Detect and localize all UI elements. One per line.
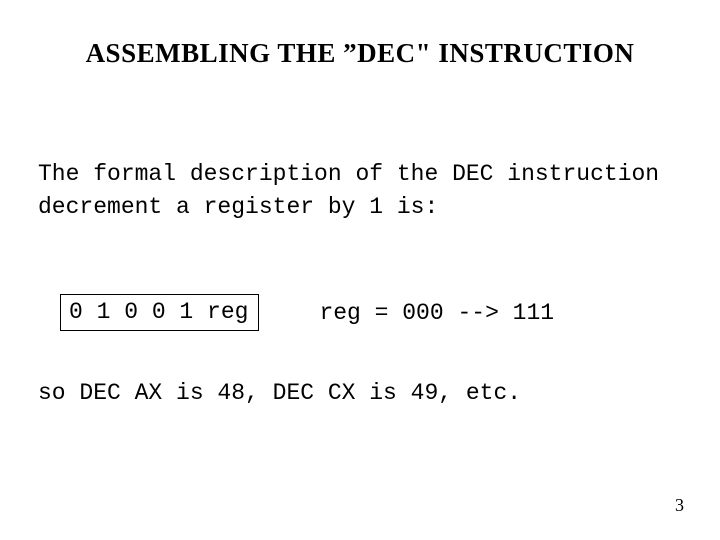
- encoding-row: 0 1 0 0 1 reg reg = 000 --> 111: [60, 294, 682, 331]
- opcode-box: 0 1 0 0 1 reg: [60, 294, 259, 331]
- description-text: The formal description of the DEC instru…: [38, 158, 682, 225]
- examples-text: so DEC AX is 48, DEC CX is 49, etc.: [38, 380, 682, 406]
- page-number: 3: [675, 495, 684, 516]
- register-range-text: reg = 000 --> 111: [319, 300, 554, 326]
- slide: ASSEMBLING THE ”DEC" INSTRUCTION The for…: [0, 0, 720, 540]
- slide-title: ASSEMBLING THE ”DEC" INSTRUCTION: [0, 38, 720, 69]
